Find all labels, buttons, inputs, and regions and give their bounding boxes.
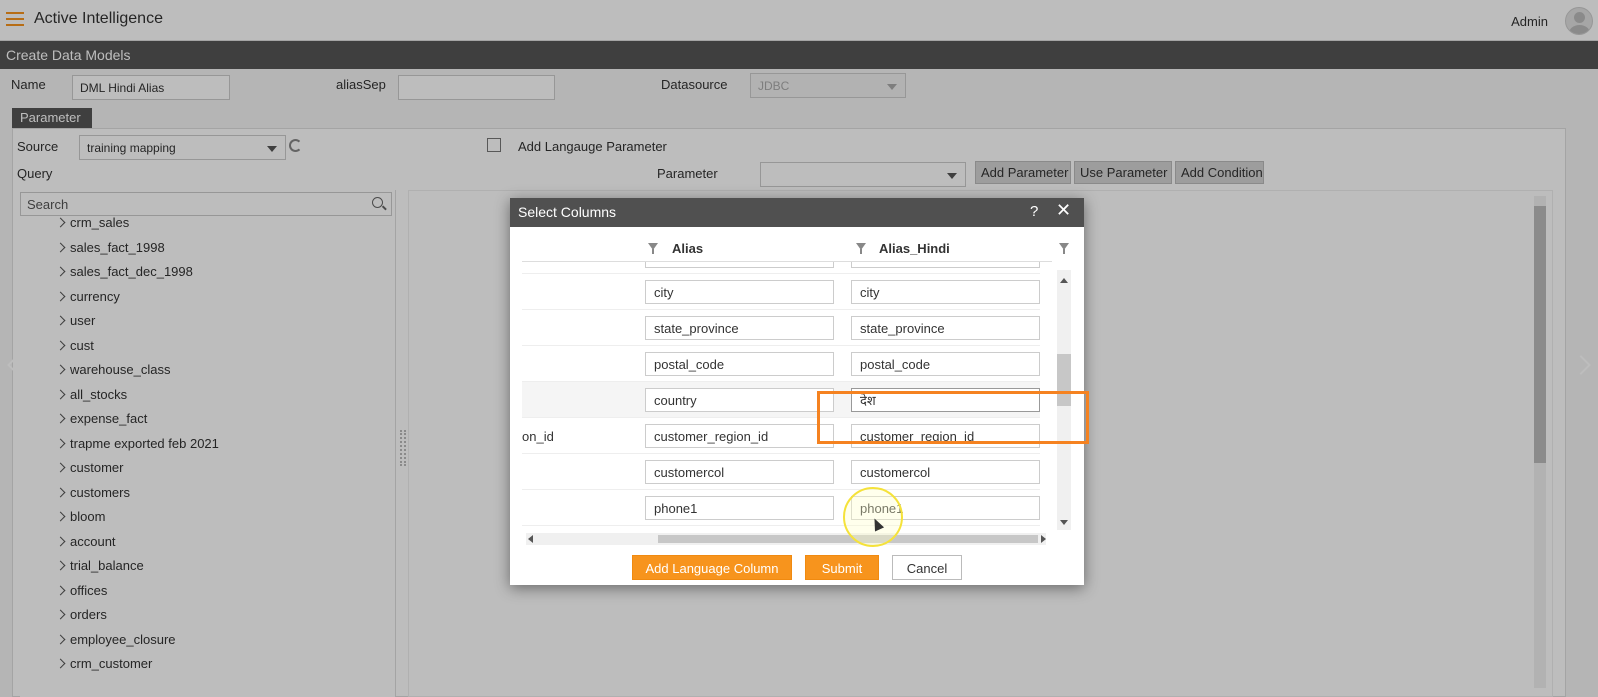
alias-input[interactable] — [645, 316, 834, 340]
alias-input[interactable] — [645, 262, 834, 268]
cursor-highlight — [843, 487, 903, 547]
filter-icon[interactable] — [856, 243, 866, 254]
alias-hindi-input[interactable] — [851, 460, 1040, 484]
alias-input[interactable] — [645, 280, 834, 304]
alias-input[interactable] — [645, 496, 834, 520]
alias-input[interactable] — [645, 424, 834, 448]
table-row — [522, 490, 1040, 526]
table-row — [522, 262, 1040, 274]
scroll-down-icon[interactable] — [1060, 520, 1068, 525]
column-header-alias-hindi[interactable]: Alias_Hindi — [879, 241, 950, 256]
filter-icon[interactable] — [648, 243, 658, 254]
scroll-left-icon[interactable] — [528, 535, 533, 543]
alias-hindi-input[interactable] — [851, 316, 1040, 340]
grid-horizontal-scrollbar-thumb[interactable] — [658, 535, 1038, 543]
alias-input[interactable] — [645, 460, 834, 484]
alias-hindi-input[interactable] — [851, 262, 1040, 268]
alias-input[interactable] — [645, 388, 834, 412]
column-header-alias[interactable]: Alias — [672, 241, 703, 256]
alias-input[interactable] — [645, 352, 834, 376]
add-language-column-button[interactable]: Add Language Column — [632, 555, 792, 580]
scroll-right-icon[interactable] — [1041, 535, 1046, 543]
alias-hindi-input[interactable] — [851, 352, 1040, 376]
table-row — [522, 310, 1040, 346]
dialog-title: Select Columns — [510, 198, 1084, 227]
table-row — [522, 346, 1040, 382]
grid-header: Alias Alias_Hindi — [522, 232, 1069, 262]
filter-icon[interactable] — [1059, 243, 1069, 254]
annotation-highlight-box — [817, 391, 1089, 444]
table-row — [522, 274, 1040, 310]
submit-button[interactable]: Submit — [805, 555, 879, 580]
table-row — [522, 454, 1040, 490]
cancel-button[interactable]: Cancel — [892, 555, 962, 580]
alias-hindi-input[interactable] — [851, 280, 1040, 304]
close-icon[interactable]: ✕ — [1056, 200, 1071, 221]
scroll-up-icon[interactable] — [1060, 278, 1068, 283]
column-name-cell: on_id — [522, 429, 554, 444]
help-icon[interactable]: ? — [1030, 203, 1038, 220]
